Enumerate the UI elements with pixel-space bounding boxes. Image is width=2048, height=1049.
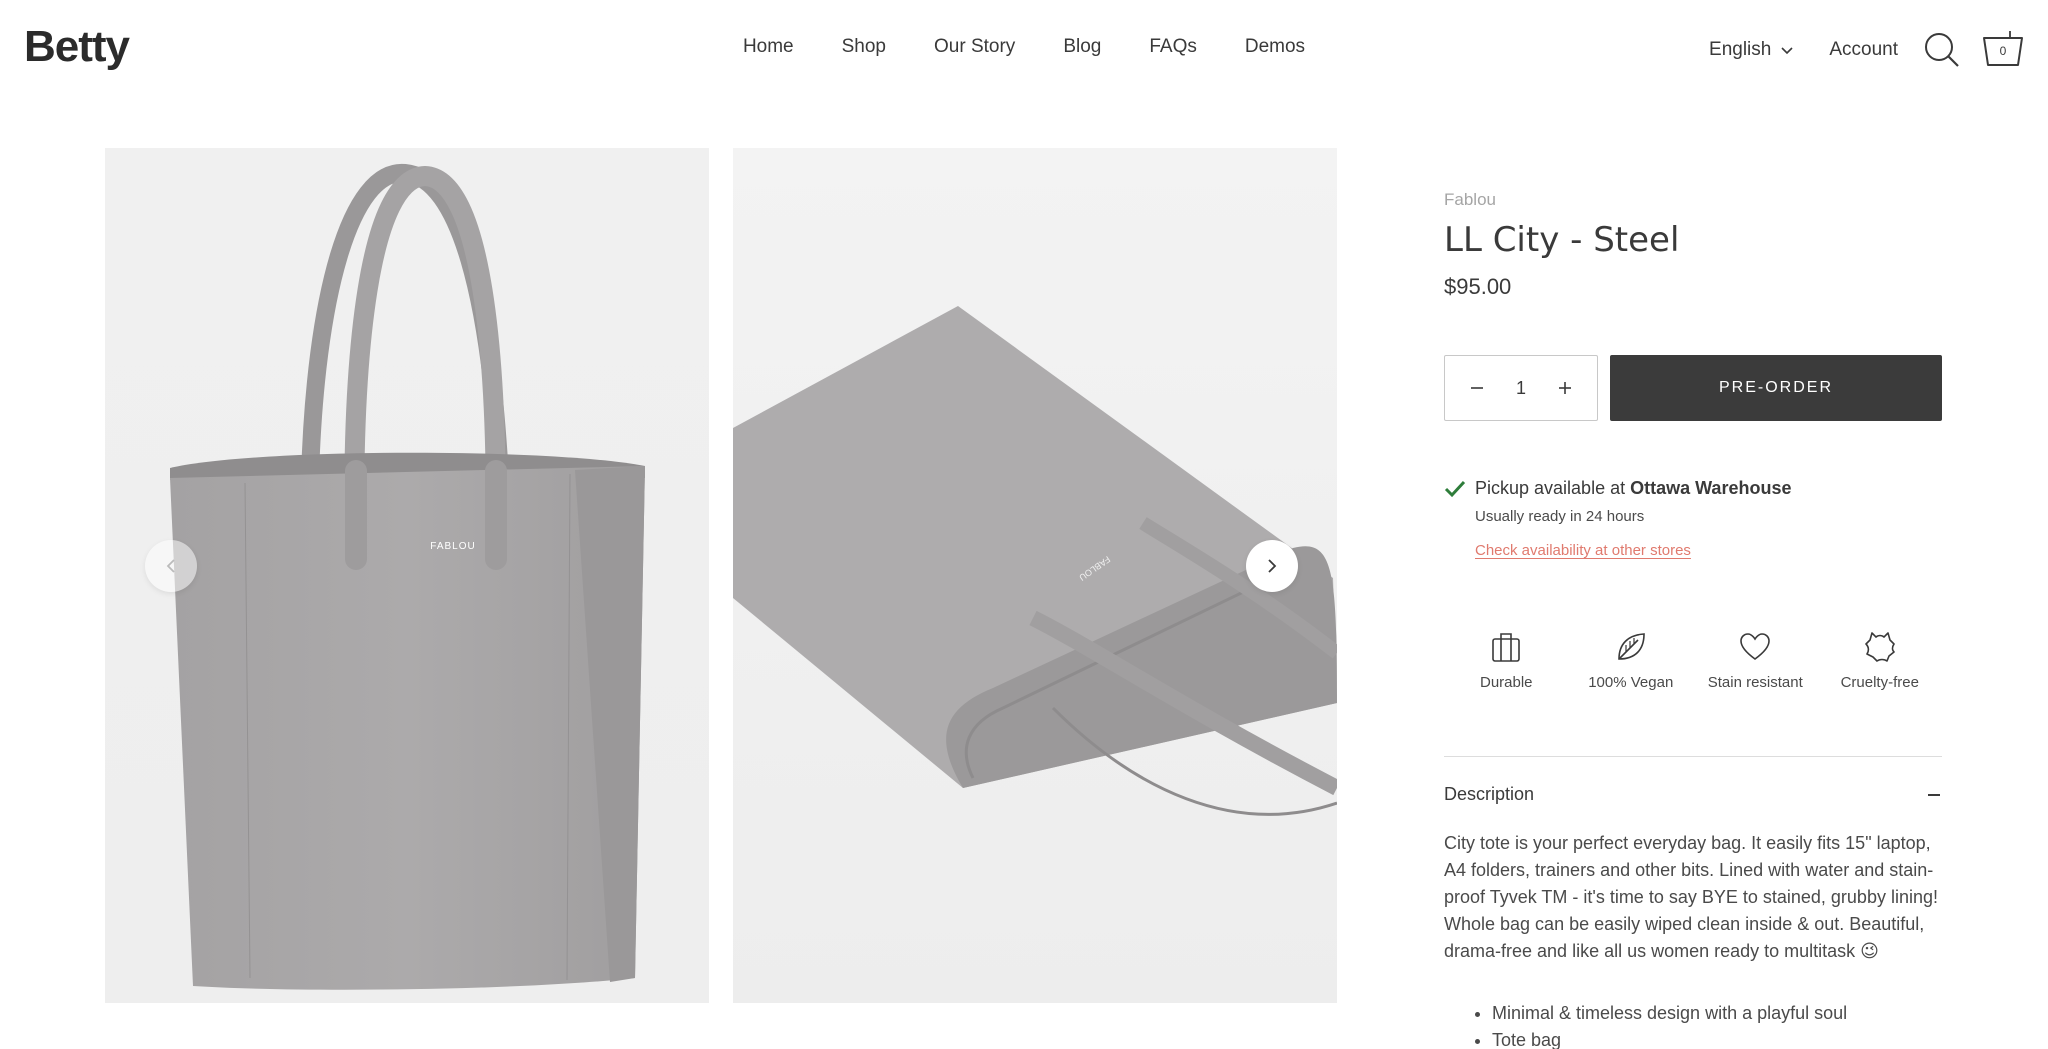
leaf-icon [1617, 633, 1645, 660]
brand-mark: FABLOU [430, 541, 475, 552]
description-title: Description [1444, 784, 1535, 804]
nav-item-our-story[interactable]: Our Story [934, 36, 1015, 58]
feature-stain-resistant: Stain resistant [1693, 630, 1818, 691]
list-item: Minimal & timeless design with a playful… [1492, 1000, 1942, 1027]
briefcase-icon [1492, 633, 1521, 662]
search-icon [1925, 33, 1959, 67]
feature-label: Stain resistant [1707, 674, 1803, 691]
description-text: City tote is your perfect everyday bag. … [1444, 833, 1938, 961]
description-toggle[interactable]: Description [1444, 784, 1942, 805]
minus-icon [1471, 387, 1483, 389]
site-logo[interactable]: Betty [24, 22, 130, 72]
feature-label: Cruelty-free [1840, 674, 1919, 691]
nav-item-shop[interactable]: Shop [842, 36, 886, 58]
quantity-stepper: 1 [1444, 355, 1598, 421]
feature-label: 100% Vegan [1588, 674, 1674, 691]
puzzle-icon [1864, 632, 1895, 662]
chevron-right-icon [1268, 559, 1277, 573]
language-selector[interactable]: English [1709, 39, 1793, 61]
quantity-decrease-button[interactable] [1465, 376, 1489, 400]
gallery-next-button[interactable] [1246, 540, 1298, 592]
gallery-prev-button[interactable] [145, 540, 197, 592]
search-button[interactable] [1922, 30, 1962, 70]
product-vendor[interactable]: Fablou [1444, 190, 1942, 210]
feature-cruelty-free: Cruelty-free [1818, 630, 1943, 691]
quantity-input[interactable]: 1 [1501, 378, 1541, 399]
check-availability-link[interactable]: Check availability at other stores [1475, 542, 1691, 559]
cart-button[interactable]: 0 [1980, 27, 2026, 73]
plus-icon [1559, 382, 1571, 394]
cart-count: 0 [1999, 44, 2007, 58]
product-title: LL City - Steel [1444, 220, 1680, 260]
preorder-button[interactable]: PRE-ORDER [1610, 355, 1942, 421]
nav-item-demos[interactable]: Demos [1245, 36, 1305, 58]
heart-icon [1740, 633, 1771, 660]
feature-vegan: 100% Vegan [1569, 630, 1694, 691]
account-link[interactable]: Account [1829, 39, 1898, 61]
pickup-location: Ottawa Warehouse [1630, 478, 1792, 498]
pickup-availability: Pickup available at Ottawa Warehouse Usu… [1444, 478, 1942, 560]
check-icon [1444, 480, 1466, 497]
chevron-left-icon [166, 559, 175, 573]
pickup-prefix: Pickup available at [1475, 478, 1631, 498]
list-item: Tote bag [1492, 1027, 1942, 1049]
product-image-side[interactable]: FABLOU [733, 148, 1337, 1003]
nav-item-blog[interactable]: Blog [1063, 36, 1101, 58]
pickup-ready-time: Usually ready in 24 hours [1475, 508, 1645, 525]
feature-list: Durable 100% Vegan Stain resistant Cruel… [1444, 630, 1942, 691]
chevron-down-icon [1781, 39, 1793, 61]
buy-row: 1 PRE-ORDER [1444, 355, 1942, 421]
feature-label: Durable [1479, 674, 1533, 691]
nav-item-faqs[interactable]: FAQs [1149, 36, 1197, 58]
divider [1444, 756, 1942, 757]
site-header: Betty Home Shop Our Story Blog FAQs Demo… [0, 0, 2048, 100]
minus-icon [1928, 793, 1940, 796]
description-bullets: Minimal & timeless design with a playful… [1492, 1000, 1942, 1049]
product-info: Fablou LL City - Steel $95.00 1 PRE-ORDE… [1444, 190, 1942, 1049]
product-price: $95.00 [1444, 274, 1512, 299]
nav-item-home[interactable]: Home [743, 36, 794, 58]
product-image-front[interactable]: FABLOU [105, 148, 709, 1003]
feature-durable: Durable [1444, 630, 1569, 691]
language-label: English [1709, 39, 1772, 60]
quantity-increase-button[interactable] [1553, 376, 1577, 400]
